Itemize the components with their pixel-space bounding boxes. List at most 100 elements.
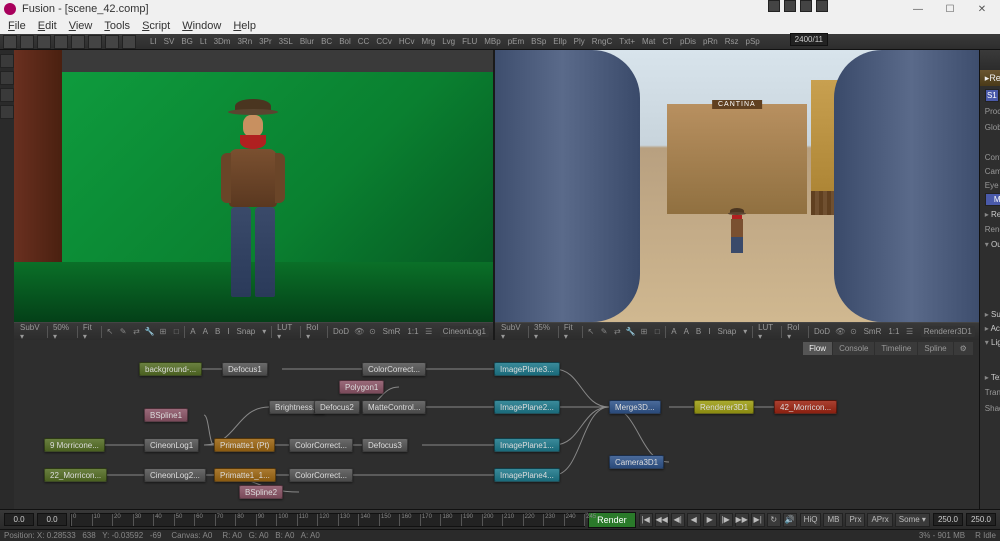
open-icon[interactable] — [20, 35, 34, 49]
node-defocus2[interactable]: Defocus2 — [314, 400, 360, 414]
viewer-tool-icon[interactable]: 🔧 — [626, 326, 636, 338]
minimize-button[interactable]: — — [904, 1, 932, 17]
view-icon[interactable]: 👁 — [835, 326, 845, 338]
rail-button[interactable] — [0, 71, 14, 85]
dod-toggle[interactable]: DoD — [331, 327, 351, 336]
playback-button[interactable]: ▶| — [751, 513, 765, 527]
tool-CC[interactable]: CC — [356, 37, 372, 46]
undo-icon[interactable] — [105, 35, 119, 49]
timeline-end2[interactable]: 250.0 — [966, 513, 996, 526]
flow-settings-icon[interactable]: ⚙ — [954, 342, 973, 355]
channel-A[interactable]: A — [188, 327, 197, 336]
timeline-end[interactable]: 250.0 — [933, 513, 963, 526]
flag-mb[interactable]: MB — [823, 513, 843, 527]
nav-icon[interactable] — [768, 0, 780, 12]
flow-tab-console[interactable]: Console — [833, 342, 874, 355]
viewer-left-canvas[interactable] — [14, 50, 493, 322]
node-mattecontrol[interactable]: MatteControl... — [362, 400, 426, 414]
snap-menu[interactable]: ▾ — [741, 327, 749, 336]
viewer-tool-icon[interactable]: □ — [652, 326, 662, 338]
tool-CCv[interactable]: CCv — [374, 37, 394, 46]
channel-A[interactable]: A — [669, 327, 678, 336]
fit-dropdown[interactable]: Fit ▾ — [81, 323, 98, 341]
snap-menu[interactable]: ▾ — [260, 327, 268, 336]
menu-icon[interactable]: ☰ — [904, 326, 914, 338]
tool-Bol[interactable]: Bol — [337, 37, 353, 46]
node-bspline2[interactable]: BSpline2 — [239, 485, 283, 499]
tool-Mrg[interactable]: Mrg — [419, 37, 437, 46]
rail-button[interactable] — [0, 105, 14, 119]
sample-S1[interactable]: S1 — [985, 89, 999, 102]
tool-MBp[interactable]: MBp — [482, 37, 502, 46]
flag-prx[interactable]: Prx — [845, 513, 865, 527]
cut-icon[interactable] — [54, 35, 68, 49]
timeline-start[interactable]: 0.0 — [4, 513, 34, 526]
lut-dropdown[interactable]: LUT ▾ — [275, 323, 297, 341]
tool-BSp[interactable]: BSp — [529, 37, 548, 46]
tool-BC[interactable]: BC — [319, 37, 334, 46]
menu-view[interactable]: View — [65, 20, 97, 32]
menu-edit[interactable]: Edit — [34, 20, 61, 32]
snap-toggle[interactable]: Snap — [235, 327, 258, 336]
nav-icon[interactable] — [784, 0, 796, 12]
tool-Ellp[interactable]: Ellp — [551, 37, 568, 46]
playback-button[interactable]: ▶▶ — [735, 513, 749, 527]
tool-pRn[interactable]: pRn — [701, 37, 720, 46]
tool-pSp[interactable]: pSp — [744, 37, 762, 46]
tool-Rsz[interactable]: Rsz — [723, 37, 741, 46]
channel-I[interactable]: I — [706, 327, 712, 336]
flow-tab-spline[interactable]: Spline — [918, 342, 952, 355]
viewer-tool-icon[interactable]: ⊞ — [158, 326, 168, 338]
fit-dropdown[interactable]: Fit ▾ — [562, 323, 579, 341]
flow-tab-timeline[interactable]: Timeline — [875, 342, 917, 355]
flag-aprx[interactable]: APrx — [867, 513, 892, 527]
node-morricone42[interactable]: 42_Morricon... — [774, 400, 837, 414]
smr-toggle[interactable]: SmR — [381, 327, 403, 336]
channel-B[interactable]: B — [694, 327, 703, 336]
viewer-tool-icon[interactable]: ↖ — [586, 326, 596, 338]
viewer-tool-icon[interactable]: ↖ — [105, 326, 115, 338]
flag-some[interactable]: Some ▾ — [895, 513, 930, 527]
rail-button[interactable] — [0, 88, 14, 102]
tool-Lvg[interactable]: Lvg — [440, 37, 457, 46]
tool-CT[interactable]: CT — [660, 37, 675, 46]
flow-node-graph[interactable]: FlowConsoleTimelineSpline⚙ background-..… — [14, 340, 979, 509]
subv-dropdown[interactable]: SubV ▾ — [18, 323, 44, 341]
node-cineonlog1[interactable]: CineonLog1 — [144, 438, 199, 452]
viewer-tool-icon[interactable]: ✎ — [599, 326, 609, 338]
section-lighting[interactable]: Lighting — [985, 337, 1000, 348]
nav-icon[interactable] — [816, 0, 828, 12]
viewer-tool-icon[interactable]: 🔧 — [145, 326, 155, 338]
playback-button[interactable]: ◀ — [687, 513, 701, 527]
node-colorcorrect1[interactable]: ColorCorrect... — [362, 362, 426, 376]
zoom-dropdown[interactable]: 35% ▾ — [532, 323, 555, 341]
node-morricone9[interactable]: 9 Morricone... — [44, 438, 105, 452]
node-background[interactable]: background-... — [139, 362, 202, 376]
save-icon[interactable] — [37, 35, 51, 49]
node-imageplane2[interactable]: ImagePlane2... — [494, 400, 560, 414]
tool-RngC[interactable]: RngC — [590, 37, 614, 46]
snap-toggle[interactable]: Snap — [716, 327, 739, 336]
timeline-start2[interactable]: 0.0 — [37, 513, 67, 526]
tool-3Dm[interactable]: 3Dm — [212, 37, 233, 46]
tool-HCv[interactable]: HCv — [397, 37, 417, 46]
playback-button[interactable]: ↻ — [767, 513, 781, 527]
node-colorcorrect3[interactable]: ColorCorrect... — [289, 468, 353, 482]
node-renderer3d1[interactable]: Renderer3D1 — [694, 400, 754, 414]
section-texturing[interactable]: Texturing — [985, 372, 1000, 383]
tool-3SL[interactable]: 3SL — [277, 37, 295, 46]
eye-mono[interactable]: Mono — [985, 193, 1000, 206]
roi-dropdown[interactable]: RoI ▾ — [785, 323, 805, 341]
node-bspline1[interactable]: BSpline1 — [144, 408, 188, 422]
tool-Txt+[interactable]: Txt+ — [617, 37, 637, 46]
channel-B[interactable]: B — [213, 327, 222, 336]
tool-Mat[interactable]: Mat — [640, 37, 657, 46]
enable-lighting-check[interactable]: Enable Lighting — [993, 351, 1000, 369]
menu-icon[interactable]: ☰ — [424, 326, 434, 338]
node-defocus1[interactable]: Defocus1 — [222, 362, 268, 376]
section-supersampling[interactable]: Supersampling (HiQ only) — [985, 309, 1000, 320]
wireframe-check[interactable]: Wireframe — [993, 423, 1000, 432]
tool-pEm[interactable]: pEm — [506, 37, 526, 46]
tool-3Pr[interactable]: 3Pr — [257, 37, 273, 46]
channel-A[interactable]: A — [682, 327, 691, 336]
